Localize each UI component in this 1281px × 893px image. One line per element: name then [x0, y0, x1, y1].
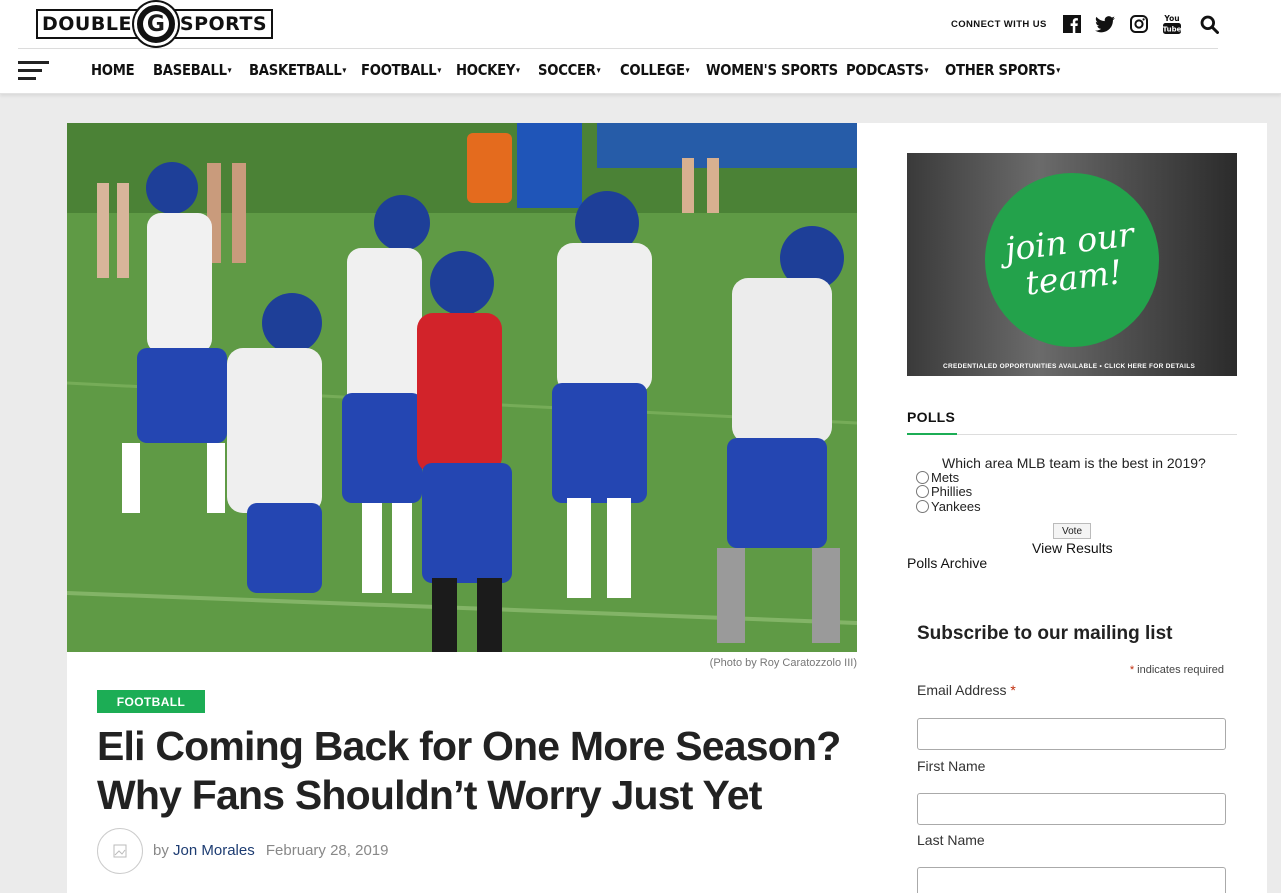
- view-results-link[interactable]: View Results: [1032, 540, 1113, 556]
- radio-button[interactable]: [916, 500, 929, 513]
- poll-option-label: Yankees: [931, 499, 981, 514]
- nav-label: FOOTBALL: [361, 61, 437, 79]
- chevron-down-icon: ▾: [227, 66, 232, 76]
- polls-archive-link[interactable]: Polls Archive: [907, 555, 987, 571]
- logo-word-right: SPORTS: [173, 9, 274, 39]
- connect-label: CONNECT WITH US: [951, 19, 1047, 30]
- nav-item-home[interactable]: HOME: [91, 61, 135, 79]
- author-avatar[interactable]: [97, 828, 143, 874]
- nav-item-other-sports[interactable]: OTHER SPORTS▾: [945, 61, 1060, 79]
- chevron-down-icon: ▾: [342, 66, 347, 76]
- poll-option-phillies[interactable]: Phillies: [916, 484, 972, 499]
- ad-footer-text: CREDENTIALED OPPORTUNITIES AVAILABLE • C…: [943, 363, 1196, 370]
- byline: by Jon Morales February 28, 2019: [153, 842, 388, 859]
- youtube-icon[interactable]: You Tube: [1162, 14, 1182, 34]
- instagram-icon[interactable]: [1129, 14, 1149, 34]
- nav-item-hockey[interactable]: HOCKEY▾: [456, 61, 520, 79]
- nav-item-basketball[interactable]: BASKETBALL▾: [249, 61, 346, 79]
- nav-label: SOCCER: [538, 61, 596, 79]
- svg-text:You: You: [1163, 14, 1179, 23]
- twitter-icon[interactable]: [1095, 14, 1115, 34]
- poll-question: Which area MLB team is the best in 2019?: [942, 455, 1206, 471]
- nav-item-podcasts[interactable]: PODCASTS▾: [846, 61, 929, 79]
- poll-option-yankees[interactable]: Yankees: [916, 499, 981, 514]
- logo-g-letter: G: [142, 11, 169, 37]
- hero-photo[interactable]: [67, 123, 857, 652]
- author-link[interactable]: Jon Morales: [173, 842, 255, 859]
- category-badge[interactable]: FOOTBALL: [97, 690, 205, 713]
- logo-g-emblem: G: [133, 2, 178, 46]
- broken-image-icon: [113, 844, 127, 858]
- nav-label: HOME: [91, 61, 135, 79]
- header-divider: [18, 48, 1218, 49]
- site-logo[interactable]: DOUBLE G SPORTS: [36, 2, 274, 46]
- chevron-down-icon: ▾: [516, 66, 520, 76]
- vote-button[interactable]: Vote: [1053, 523, 1091, 539]
- football-practice-illustration: [67, 123, 857, 652]
- chevron-down-icon: ▾: [1056, 66, 1060, 76]
- photo-caption: (Photo by Roy Caratozzolo III): [709, 657, 857, 669]
- nav-label: BASKETBALL: [249, 61, 342, 79]
- nav-item-baseball[interactable]: BASEBALL▾: [153, 61, 232, 79]
- email-label: Email Address *: [917, 682, 1016, 698]
- search-icon[interactable]: [1199, 14, 1219, 34]
- chevron-down-icon: ▾: [437, 66, 442, 76]
- article-headline: Eli Coming Back for One More Season? Why…: [97, 723, 841, 818]
- nav-item-soccer[interactable]: SOCCER▾: [538, 61, 601, 79]
- polls-divider: [907, 433, 1237, 435]
- nav-item-football[interactable]: FOOTBALL▾: [361, 61, 441, 79]
- subscribe-heading: Subscribe to our mailing list: [917, 623, 1173, 644]
- nav-label: COLLEGE: [620, 61, 685, 79]
- logo-word-left: DOUBLE: [36, 9, 138, 39]
- nav-label: HOCKEY: [456, 61, 516, 79]
- first-name-label: First Name: [917, 758, 986, 774]
- chevron-down-icon: ▾: [596, 66, 601, 76]
- first-name-field[interactable]: [917, 793, 1226, 825]
- poll-option-mets[interactable]: Mets: [916, 470, 959, 485]
- nav-item-college[interactable]: COLLEGE▾: [620, 61, 690, 79]
- chevron-down-icon: ▾: [924, 66, 929, 76]
- nav-label: PODCASTS: [846, 61, 924, 79]
- join-our-team-ad[interactable]: join our team! CREDENTIALED OPPORTUNITIE…: [907, 153, 1237, 376]
- required-asterisk: *: [1129, 664, 1135, 676]
- nav-item-womens-sports[interactable]: WOMEN'S SPORTS: [706, 61, 838, 79]
- nav-label: OTHER SPORTS: [945, 61, 1056, 79]
- nav-label: WOMEN'S SPORTS: [706, 61, 838, 79]
- email-label-text: Email Address: [917, 682, 1007, 698]
- radio-button[interactable]: [916, 471, 929, 484]
- hamburger-menu-icon[interactable]: [18, 61, 49, 81]
- polls-heading: POLLS: [907, 409, 956, 425]
- radio-button[interactable]: [916, 485, 929, 498]
- last-name-label: Last Name: [917, 832, 985, 848]
- ad-headline: join our team!: [1003, 214, 1140, 303]
- required-note: * indicates required: [1130, 664, 1224, 676]
- svg-text:Tube: Tube: [1163, 26, 1182, 34]
- site-header: DOUBLE G SPORTS CONNECT WITH US You Tube …: [0, 0, 1281, 94]
- poll-option-label: Mets: [931, 470, 960, 485]
- required-note-text: indicates required: [1137, 664, 1224, 676]
- required-asterisk: *: [1010, 682, 1016, 698]
- nav-label: BASEBALL: [153, 61, 227, 79]
- email-field[interactable]: [917, 718, 1226, 750]
- byline-prefix: by: [153, 842, 169, 859]
- publish-date: February 28, 2019: [265, 842, 389, 859]
- poll-option-label: Phillies: [931, 484, 973, 499]
- last-name-field[interactable]: [917, 867, 1226, 893]
- chevron-down-icon: ▾: [685, 66, 690, 76]
- facebook-icon[interactable]: [1062, 14, 1082, 34]
- ad-green-circle: join our team!: [985, 173, 1159, 347]
